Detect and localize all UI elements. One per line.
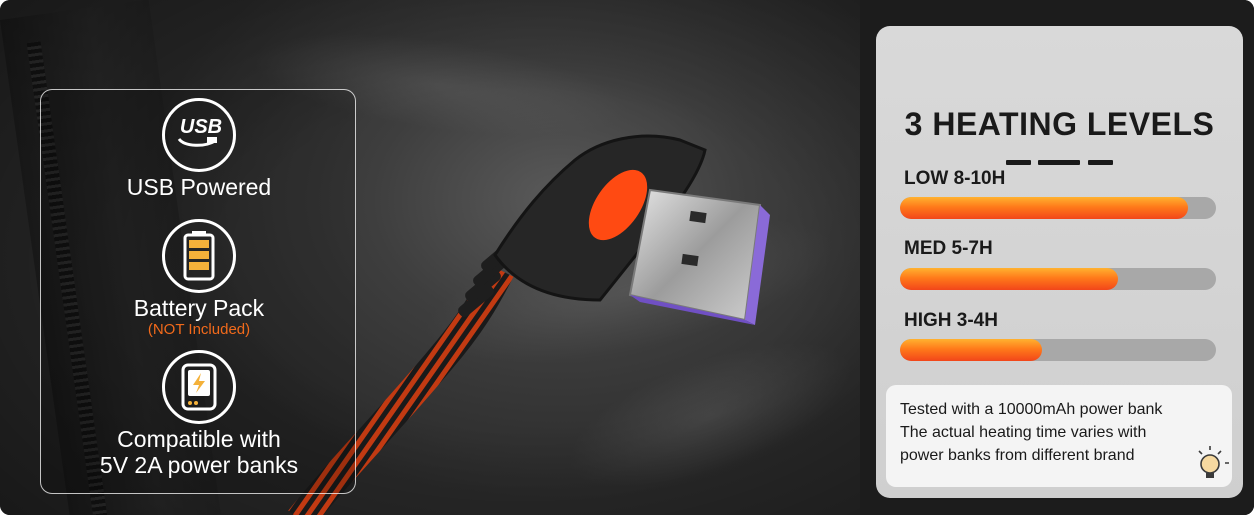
level-bar-low — [900, 197, 1216, 219]
feature-label: 5V 2A power banks — [99, 452, 299, 478]
feature-label: Battery Pack — [133, 295, 265, 321]
level-label-med: MED 5-7H — [904, 238, 993, 259]
svg-text:USB: USB — [180, 116, 222, 138]
level-label-high: HIGH 3-4H — [904, 310, 998, 331]
feature-label: USB Powered — [126, 174, 272, 200]
feature-usb-powered: USB USB Powered — [41, 98, 357, 200]
lightbulb-icon — [1198, 446, 1229, 478]
note-line: The actual heating time varies with — [900, 424, 1147, 441]
feature-power-bank: Compatible with 5V 2A power banks — [41, 350, 357, 478]
feature-label: Compatible with — [117, 426, 281, 452]
level-bar-high — [900, 339, 1216, 361]
level-label-low: LOW 8-10H — [904, 168, 1006, 189]
level-bar-fill — [900, 339, 1043, 361]
power-bank-icon — [162, 350, 236, 424]
usb-icon: USB — [162, 98, 236, 172]
feature-battery-pack: Battery Pack (NOT Included) — [41, 219, 357, 339]
title-divider — [1006, 160, 1031, 165]
title-divider — [1038, 160, 1080, 165]
test-note: Tested with a 10000mAh power bank The ac… — [886, 385, 1232, 487]
product-banner: USB USB Powered Battery Pack (NOT Includ… — [0, 0, 1254, 515]
level-bar-med — [900, 268, 1216, 290]
note-line: Tested with a 10000mAh power bank — [900, 401, 1163, 418]
feature-card: USB USB Powered Battery Pack (NOT Includ… — [40, 89, 356, 494]
title-divider — [1088, 160, 1113, 165]
usb-connector — [628, 188, 770, 325]
note-line: power banks from different brand — [900, 447, 1135, 464]
feature-note: (NOT Included) — [147, 321, 251, 338]
levels-title: 3 HEATING LEVELS — [904, 106, 1215, 142]
level-bar-fill — [900, 197, 1188, 219]
level-bar-fill — [900, 268, 1119, 290]
battery-icon — [162, 219, 236, 293]
